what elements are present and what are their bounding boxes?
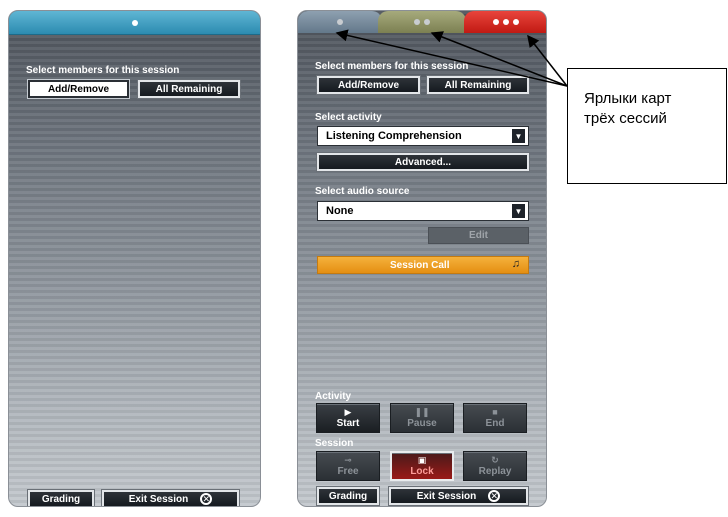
play-icon: ▶ [344, 406, 352, 417]
session-tab-3[interactable] [464, 11, 546, 33]
callout-box: Ярлыки карт трёх сессий [567, 68, 727, 184]
lock-icon: ▣ [417, 454, 427, 465]
exit-session-label: Exit Session [128, 493, 189, 505]
session-call-label: Session Call [390, 259, 450, 271]
lock-label: Lock [410, 465, 434, 477]
music-note-icon: ♫ [511, 258, 520, 270]
add-remove-button[interactable]: Add/Remove [317, 76, 420, 94]
replay-icon: ↻ [491, 454, 499, 465]
exit-session-button[interactable]: Exit Session ✕ [102, 490, 239, 506]
advanced-button[interactable]: Advanced... [317, 153, 529, 171]
session-tab-2[interactable] [378, 11, 466, 33]
activity-section-label: Activity [315, 391, 352, 402]
close-circle-icon: ✕ [200, 493, 213, 505]
edit-button[interactable]: Edit [428, 227, 529, 244]
tab-dot-icon [424, 19, 430, 25]
activity-value: Listening Comprehension [326, 130, 462, 142]
replay-button[interactable]: ↻ Replay [463, 451, 527, 481]
grading-button[interactable]: Grading [28, 490, 94, 506]
start-button[interactable]: ▶ Start [316, 403, 380, 433]
activity-label: Select activity [315, 112, 382, 123]
dropdown-arrow-icon: ▼ [512, 204, 525, 218]
audio-source-select[interactable]: None ▼ [317, 201, 529, 221]
start-label: Start [336, 417, 360, 429]
session-panel-single: Select members for this session Add/Remo… [8, 10, 261, 507]
dropdown-arrow-icon: ▼ [512, 129, 525, 143]
session-tabs [298, 11, 546, 33]
close-circle-icon: ✕ [488, 490, 501, 502]
exit-session-label: Exit Session [416, 490, 477, 502]
exit-session-button[interactable]: Exit Session ✕ [389, 487, 528, 505]
tab-dot-icon [503, 19, 509, 25]
pause-label: Pause [407, 417, 437, 429]
all-remaining-button[interactable]: All Remaining [427, 76, 529, 94]
members-label: Select members for this session [315, 61, 469, 72]
free-label: Free [337, 465, 359, 477]
session-tab-1[interactable] [298, 11, 382, 33]
callout-line-1: Ярлыки карт [584, 90, 672, 107]
session-panel-multi: Select members for this session Add/Remo… [297, 10, 547, 507]
callout-line-2: трёх сессий [584, 110, 667, 127]
tab-dot-icon [131, 19, 138, 26]
session-section-label: Session [315, 438, 354, 449]
audio-source-value: None [326, 205, 354, 217]
tab-dot-icon [513, 19, 519, 25]
add-remove-button[interactable]: Add/Remove [28, 80, 129, 98]
tab-dot-icon [337, 19, 343, 25]
end-button[interactable]: ■ End [463, 403, 527, 433]
stop-icon: ■ [492, 406, 498, 417]
free-button[interactable]: ⊸ Free [316, 451, 380, 481]
members-label: Select members for this session [26, 65, 180, 76]
pause-button[interactable]: ❚❚ Pause [390, 403, 454, 433]
tab-dot-icon [493, 19, 499, 25]
tab-dot-icon [414, 19, 420, 25]
session-tab[interactable] [9, 11, 260, 35]
activity-select[interactable]: Listening Comprehension ▼ [317, 126, 529, 146]
replay-label: Replay [478, 465, 512, 477]
all-remaining-button[interactable]: All Remaining [138, 80, 240, 98]
lock-button[interactable]: ▣ Lock [390, 451, 454, 481]
unlock-icon: ⊸ [344, 454, 352, 465]
audio-source-label: Select audio source [315, 186, 410, 197]
pause-icon: ❚❚ [414, 406, 430, 417]
end-label: End [485, 417, 505, 429]
grading-button[interactable]: Grading [317, 487, 379, 505]
session-call-button[interactable]: Session Call ♫ [317, 256, 529, 274]
